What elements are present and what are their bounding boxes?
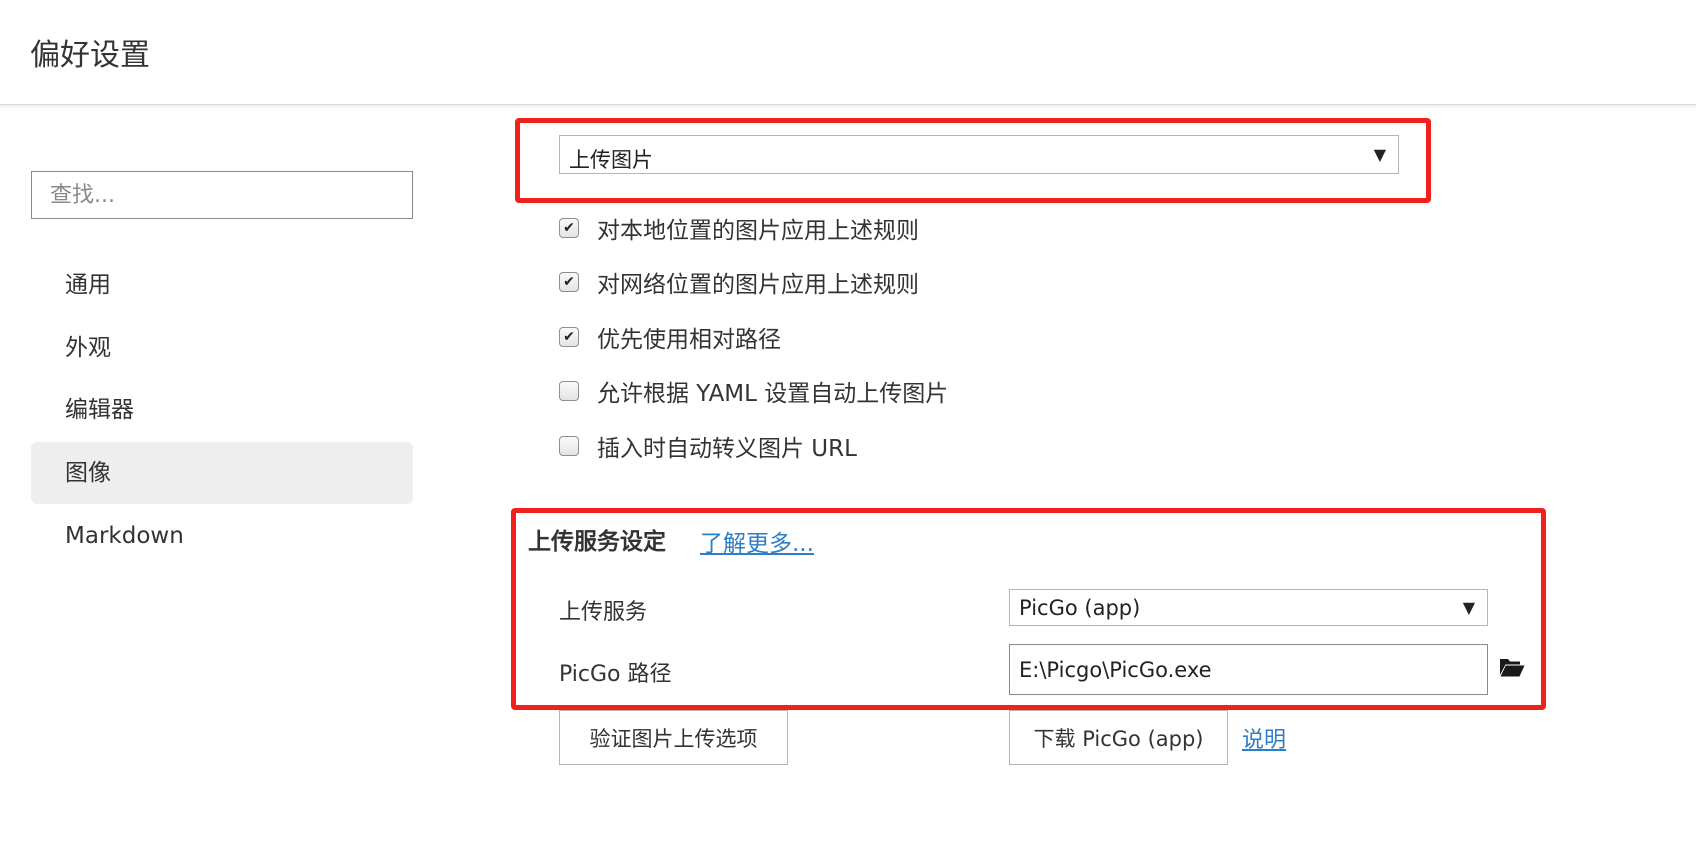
page-title: 偏好设置: [30, 38, 150, 73]
insert-image-action-select[interactable]: 上传图片 ▼: [559, 135, 1399, 174]
insert-image-action-value: 上传图片: [569, 148, 653, 172]
sidebar-item-general[interactable]: 通用: [31, 254, 413, 316]
header-bar: 偏好设置: [0, 0, 1696, 105]
upload-service-select[interactable]: PicGo (app) ▼: [1009, 589, 1488, 626]
upload-service-label: 上传服务: [559, 600, 648, 625]
picgo-path-label: PicGo 路径: [559, 662, 672, 687]
option-apply-local[interactable]: ✔ 对本地位置的图片应用上述规则: [559, 210, 919, 246]
checkbox-unchecked-icon[interactable]: [559, 436, 579, 456]
upload-service-title: 上传服务设定: [528, 529, 666, 555]
picgo-path-input[interactable]: [1009, 644, 1488, 695]
checkbox-checked-icon[interactable]: ✔: [559, 272, 579, 292]
option-apply-network[interactable]: ✔ 对网络位置的图片应用上述规则: [559, 264, 919, 300]
download-picgo-button[interactable]: 下载 PicGo (app): [1009, 710, 1228, 765]
option-label: 插入时自动转义图片 URL: [597, 436, 857, 462]
verify-upload-button[interactable]: 验证图片上传选项: [559, 710, 788, 765]
option-yaml-auto-upload[interactable]: 允许根据 YAML 设置自动上传图片: [559, 373, 948, 409]
option-label: 对本地位置的图片应用上述规则: [597, 218, 919, 244]
search-input[interactable]: [31, 171, 413, 219]
checkbox-unchecked-icon[interactable]: [559, 381, 579, 401]
option-label: 对网络位置的图片应用上述规则: [597, 272, 919, 298]
option-prefer-relative-path[interactable]: ✔ 优先使用相对路径: [559, 319, 781, 355]
option-escape-url[interactable]: 插入时自动转义图片 URL: [559, 428, 857, 464]
help-link[interactable]: 说明: [1242, 722, 1286, 754]
folder-open-icon[interactable]: [1499, 656, 1525, 678]
sidebar-item-appearance[interactable]: 外观: [31, 317, 413, 379]
option-label: 允许根据 YAML 设置自动上传图片: [597, 381, 949, 407]
dropdown-arrow-icon: ▼: [1462, 598, 1475, 617]
checkbox-checked-icon[interactable]: ✔: [559, 327, 579, 347]
sidebar-item-image[interactable]: 图像: [31, 442, 413, 504]
sidebar-item-markdown[interactable]: Markdown: [31, 505, 413, 567]
option-label: 优先使用相对路径: [597, 327, 781, 353]
checkbox-checked-icon[interactable]: ✔: [559, 218, 579, 238]
upload-service-value: PicGo (app): [1019, 596, 1141, 620]
learn-more-link[interactable]: 了解更多...: [700, 524, 814, 558]
sidebar-item-editor[interactable]: 编辑器: [31, 379, 413, 441]
dropdown-arrow-icon: ▼: [1373, 145, 1386, 164]
